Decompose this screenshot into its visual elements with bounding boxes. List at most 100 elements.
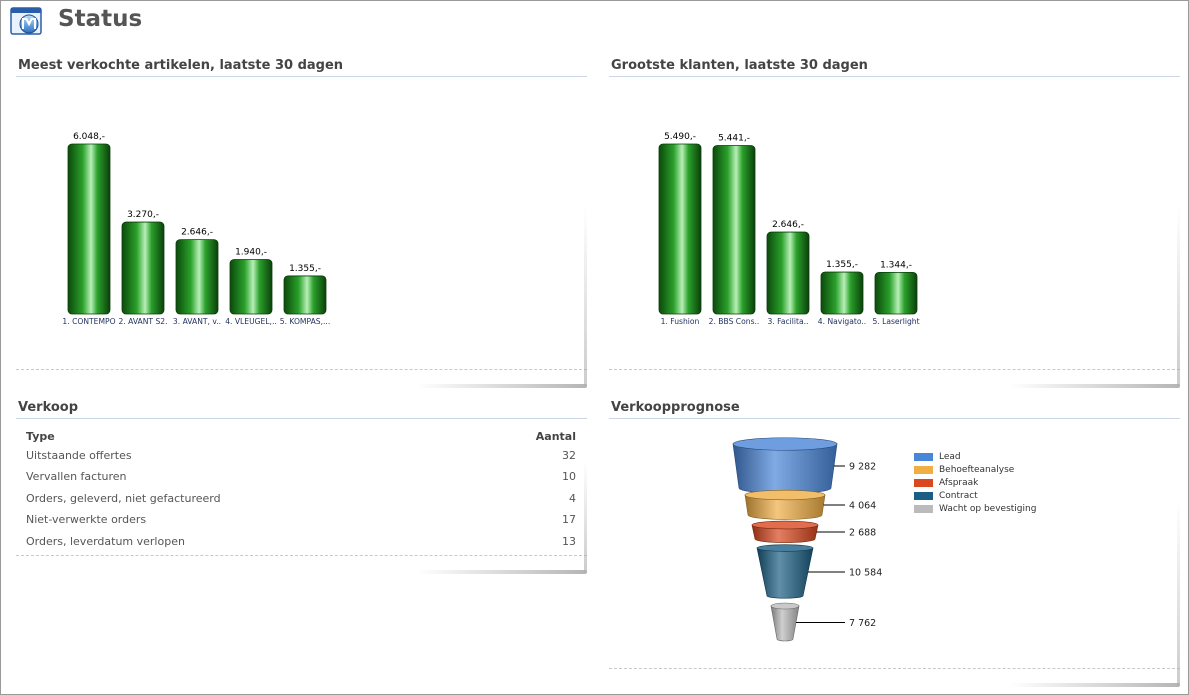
panel-title-rule [609,76,1180,77]
articles-bar[interactable] [175,239,219,315]
panel-shadow [417,570,587,574]
row-type: Niet-verwerkte orders [26,513,147,526]
customers-value-label: 2.646,- [772,220,804,230]
legend-item: Contract [914,491,978,503]
row-type: Orders, leverdatum verlopen [26,535,185,548]
articles-value-label: 3.270,- [127,210,159,220]
articles-value-label: 1.940,- [235,247,267,257]
panel-shadow-edge [584,460,587,572]
articles-category-label: 3. AVANT, v.. [173,317,221,326]
column-header-count: Aantal [535,430,576,443]
top-articles-bar-chart: 6.048,- 1. CONTEMPO 3.270,- 2. AVANT S2. 2.6… [62,132,331,326]
legend-swatch [914,452,933,461]
panel-sales-forecast: Verkoopprognose 9 282 4 064 2 688 10 584 7 7… [609,400,1180,690]
articles-category-label: 5. KOMPAS,... [280,317,331,326]
articles-bar[interactable] [67,143,111,315]
funnel-segment[interactable] [732,443,838,494]
legend-label: Lead [939,452,961,462]
articles-bar[interactable] [121,221,165,315]
customers-category-label: 1. Fushion [661,317,700,326]
panel-shadow [417,384,587,388]
legend-label: Wacht op bevestiging [939,504,1037,514]
legend-label: Behoefteanalyse [939,465,1015,475]
customers-category-label: 2. BBS Cons.. [709,317,760,326]
panel-title-rule [16,418,587,419]
legend-item: Wacht op bevestiging [914,504,1036,516]
funnel-segment-top [751,520,819,530]
customers-bar[interactable] [766,231,810,315]
legend-item: Afspraak [914,478,978,490]
funnel-segment[interactable] [756,547,814,599]
funnel-value-label: 9 282 [849,462,876,473]
row-count: 32 [562,449,576,462]
funnel-value-label: 7 762 [849,618,876,629]
articles-value-label: 2.646,- [181,228,213,238]
top-customers-bar-chart: 5.490,- 1. Fushion 5.441,- 2. BBS Cons.. 2.6… [658,132,920,326]
sales-forecast-funnel-chart: 9 282 4 064 2 688 10 584 7 762 [732,437,882,642]
customers-category-label: 3. Facilita.. [768,317,809,326]
panel-title: Verkoop [18,400,79,415]
panel-shadow-edge [1177,500,1180,685]
legend-item: Behoefteanalyse [914,465,1014,477]
customers-category-label: 4. Navigato.. [818,317,866,326]
legend-item: Lead [914,452,961,464]
articles-category-label: 4. VLEUGEL,.. [225,317,277,326]
funnel-segment-top [770,602,800,610]
funnel-segment-top [744,489,826,501]
articles-category-label: 1. CONTEMPO [62,317,115,326]
articles-bar[interactable] [229,259,273,315]
panel-title: Grootste klanten, laatste 30 dagen [611,58,868,73]
articles-category-label: 2. AVANT S2. [118,317,167,326]
panel-divider [609,668,1180,669]
legend-label: Afspraak [939,478,979,488]
panel-shadow [1010,683,1180,687]
articles-value-label: 1.355,- [289,264,321,274]
panel-divider [16,555,587,556]
articles-value-label: 6.048,- [73,132,105,142]
panel-title: Meest verkochte artikelen, laatste 30 da… [18,58,344,73]
customers-value-label: 1.355,- [826,260,858,270]
legend-swatch [914,504,933,513]
customers-value-label: 5.441,- [718,134,750,144]
panel-title-rule [16,76,587,77]
funnel-segment-top [732,437,838,451]
articles-bar[interactable] [283,275,327,315]
panel-shadow [1010,384,1180,388]
funnel-segment-top [756,544,814,552]
panel-shadow-edge [1177,208,1180,386]
customers-value-label: 1.344,- [880,260,912,270]
customers-bar[interactable] [658,143,702,315]
customers-value-label: 5.490,- [664,132,696,142]
app-logo-icon [10,7,42,35]
legend-swatch [914,465,933,474]
panel-shadow-edge [584,208,587,386]
row-count: 17 [562,513,576,526]
panel-sales: Verkoop Type Aantal Uitstaande offertes … [16,400,587,574]
panel-divider [609,369,1180,370]
legend-swatch [914,491,933,500]
customers-bar[interactable] [874,271,918,315]
column-header-type: Type [26,430,55,443]
funnel-value-label: 4 064 [849,501,876,512]
funnel-segment[interactable] [770,605,800,642]
legend-swatch [914,478,933,487]
customers-category-label: 5. Laserlight [872,317,919,326]
panel-title: Verkoopprognose [611,400,740,415]
customers-bar[interactable] [820,271,864,315]
funnel-legend: Lead Behoefteanalyse Afspraak Contract W… [914,452,1114,522]
legend-label: Contract [939,491,978,501]
row-type: Vervallen facturen [26,470,127,483]
customers-bar[interactable] [712,145,756,315]
row-count: 10 [562,470,576,483]
row-type: Uitstaande offertes [26,449,132,462]
row-count: 4 [569,492,576,505]
panel-top-customers: Grootste klanten, laatste 30 dagen 5.490… [609,58,1180,388]
page-title: Status [58,6,143,32]
panel-divider [16,369,587,370]
row-count: 13 [562,535,576,548]
panel-top-articles: Meest verkochte artikelen, laatste 30 da… [16,58,587,388]
panel-title-rule [609,418,1180,419]
row-type: Orders, geleverd, niet gefactureerd [26,492,221,505]
funnel-value-label: 2 688 [849,528,876,539]
funnel-value-label: 10 584 [849,568,882,579]
